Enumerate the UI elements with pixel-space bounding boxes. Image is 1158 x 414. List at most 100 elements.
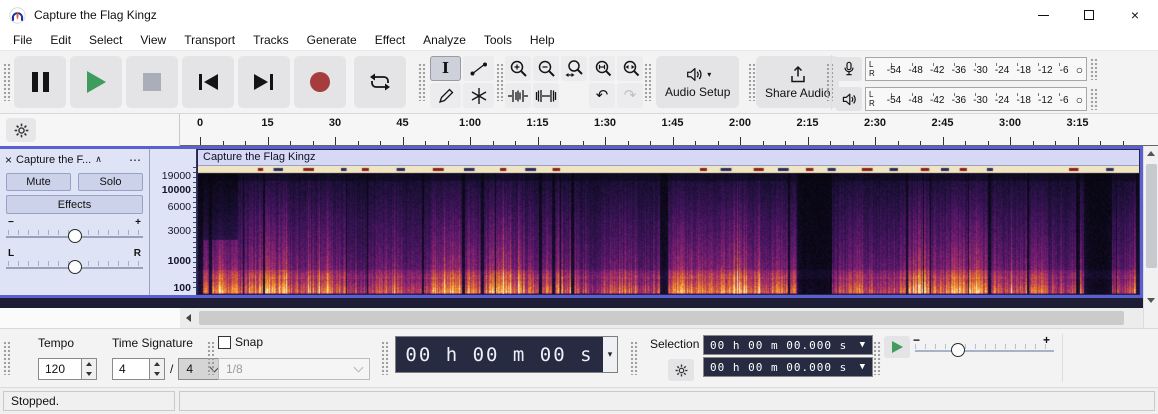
selection-settings-button[interactable] [668,359,694,381]
selection-toolbar-grip[interactable] [630,341,638,375]
audio-setup-button[interactable]: ▾ Audio Setup [656,56,739,108]
skip-to-end-button[interactable] [238,56,290,108]
envelope-tool-button[interactable] [463,56,494,81]
dropdown-icon[interactable]: ▼ [860,362,866,372]
timeline-ruler[interactable]: 01530451:001:151:301:452:002:152:302:453… [180,114,1158,146]
meter-grip[interactable] [826,63,834,101]
horizontal-scrollbar[interactable] [180,308,1143,328]
recording-meter-button[interactable] [836,57,862,81]
menu-help[interactable]: Help [521,31,564,49]
record-button[interactable] [294,56,346,108]
playback-meter[interactable]: LR -54-48-42-36-30-24-18-12-6○ [836,86,1128,112]
frequency-ruler[interactable]: 1900010000600030001000100 [150,149,197,295]
time-display-grip[interactable] [381,341,389,375]
close-button[interactable]: × [1112,0,1158,30]
speed-slider-track[interactable] [915,350,1054,352]
playback-meter-button[interactable] [836,87,862,111]
menu-analyze[interactable]: Analyze [414,31,475,49]
menu-file[interactable]: File [4,31,41,49]
snap-dropdown[interactable]: 1/8 [218,358,370,380]
pan-slider[interactable]: L R [6,248,143,276]
tempo-spinner[interactable] [82,358,97,380]
loop-button[interactable] [354,56,406,108]
gain-slider[interactable]: − + [6,217,143,245]
solo-button[interactable]: Solo [78,173,143,191]
silence-selection-button[interactable] [533,83,559,108]
zoom-selection-button[interactable] [561,56,587,81]
pause-button[interactable] [14,56,66,108]
multi-tool-button[interactable] [463,83,494,108]
edit-grip[interactable] [496,63,504,101]
dropdown-icon[interactable]: ▼ [860,340,866,350]
clip-header[interactable]: Capture the Flag Kingz [198,150,1139,166]
zoom-in-button[interactable] [505,56,531,81]
minimize-button[interactable] [1020,0,1066,30]
menu-effect[interactable]: Effect [366,31,414,49]
selection-tool-button[interactable]: I [430,56,461,81]
scroll-down-button[interactable] [1144,293,1158,308]
scroll-left-button[interactable] [180,314,197,322]
play-button[interactable] [70,56,122,108]
stop-button[interactable] [126,56,178,108]
menu-transport[interactable]: Transport [175,31,244,49]
effects-button[interactable]: Effects [6,195,143,214]
horizontal-scrollbar-thumb[interactable] [199,311,1124,325]
snap-toolbar-grip[interactable] [207,341,215,375]
snap-checkbox-box[interactable] [218,336,231,349]
play-at-speed-button[interactable] [884,336,910,358]
menu-tools[interactable]: Tools [475,31,521,49]
skip-to-start-button[interactable] [182,56,234,108]
playback-meter-bar[interactable]: LR -54-48-42-36-30-24-18-12-6○ [865,87,1087,111]
menu-tracks[interactable]: Tracks [244,31,298,49]
track-close-button[interactable]: × [5,154,12,166]
vertical-scrollbar[interactable] [1143,146,1158,308]
meter-scale-label: -24 [995,95,1009,106]
selection-start-field[interactable]: 00 h 00 m 00.000 s▼ [703,335,873,355]
time-toolbar-grip[interactable] [3,341,11,375]
audio-setup-grip[interactable] [644,63,652,101]
draw-tool-button[interactable] [430,83,461,108]
pan-slider-thumb[interactable] [68,260,82,274]
ruler-tick [515,141,516,145]
recording-meter-grip[interactable] [1090,58,1098,80]
gain-slider-thumb[interactable] [68,229,82,243]
tempo-value[interactable]: 120 [38,358,82,380]
transport-grip[interactable] [3,63,11,101]
track-collapse-icon[interactable]: ∧ [95,154,102,165]
tempo-spinbox[interactable]: 120 [38,358,97,380]
mute-button[interactable]: Mute [6,173,71,191]
zoom-fit-button[interactable] [589,56,615,81]
zoom-toggle-button[interactable] [617,56,643,81]
redo-button[interactable]: ↷ [617,83,643,108]
recording-meter-bar[interactable]: LR -54-48-42-36-30-24-18-12-6○ [865,57,1087,81]
loop-icon [367,72,393,92]
spectrogram-canvas[interactable] [198,166,1139,294]
playback-meter-grip[interactable] [1090,88,1098,110]
menu-view[interactable]: View [131,31,175,49]
share-grip[interactable] [748,63,756,101]
time-display-value[interactable]: 00 h 00 m 00 s [396,337,603,372]
speed-slider-thumb[interactable] [951,343,965,357]
vertical-scrollbar-thumb[interactable] [1146,164,1157,268]
snap-checkbox[interactable]: Snap [218,335,263,349]
selection-end-field[interactable]: 00 h 00 m 00.000 s▼ [703,357,873,377]
menu-select[interactable]: Select [80,31,131,49]
undo-button[interactable]: ↶ [589,83,615,108]
zoom-out-button[interactable] [533,56,559,81]
time-format-dropdown-icon[interactable]: ▾ [603,337,617,372]
play-at-speed-grip[interactable] [873,341,881,375]
tools-grip[interactable] [418,63,426,101]
timeline-options-button[interactable] [6,118,36,142]
timesig-spinner[interactable] [150,358,165,380]
scroll-up-button[interactable] [1144,146,1158,161]
track-menu-button[interactable]: ⋯ [129,153,146,167]
recording-meter[interactable]: LR -54-48-42-36-30-24-18-12-6○ [836,56,1128,82]
menu-edit[interactable]: Edit [41,31,80,49]
pan-right-label: R [134,248,141,259]
timesig-upper-value[interactable]: 4 [112,358,150,380]
maximize-button[interactable] [1066,0,1112,30]
time-display[interactable]: 00 h 00 m 00 s ▾ [395,336,618,373]
menu-generate[interactable]: Generate [298,31,366,49]
trim-outside-selection-button[interactable] [505,83,531,108]
track-name[interactable]: Capture the F... [16,154,91,166]
